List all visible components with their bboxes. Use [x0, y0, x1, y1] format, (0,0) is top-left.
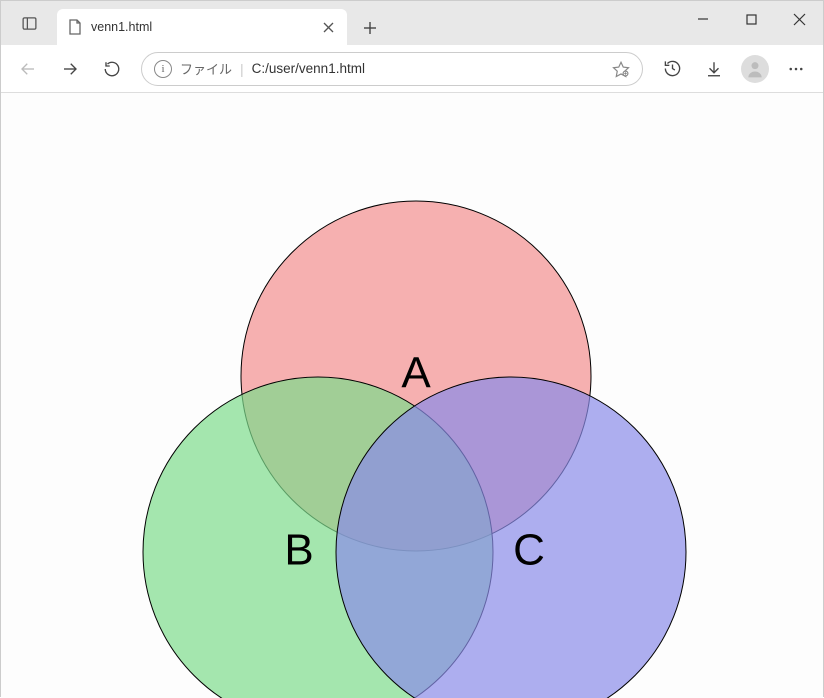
tab-close-button[interactable]	[319, 18, 337, 36]
file-icon	[67, 19, 83, 35]
refresh-button[interactable]	[93, 50, 131, 88]
new-tab-button[interactable]	[353, 11, 387, 45]
venn-diagram: A B C	[1, 93, 824, 698]
site-info-icon[interactable]: i	[154, 60, 172, 78]
downloads-button[interactable]	[695, 50, 733, 88]
address-divider: |	[240, 61, 244, 77]
page-content: A B C	[1, 93, 823, 698]
tab-actions-button[interactable]	[1, 1, 57, 45]
minimize-button[interactable]	[679, 1, 727, 37]
addressbar[interactable]: i ファイル | C:/user/venn1.html	[141, 52, 643, 86]
protocol-label: ファイル	[180, 59, 232, 78]
tab-title: venn1.html	[91, 20, 311, 34]
maximize-button[interactable]	[727, 1, 775, 37]
forward-button[interactable]	[51, 50, 89, 88]
profile-avatar[interactable]	[741, 55, 769, 83]
favorites-icon[interactable]	[612, 60, 630, 78]
window-controls	[679, 1, 823, 37]
more-menu-button[interactable]	[777, 50, 815, 88]
url-text: C:/user/venn1.html	[252, 61, 604, 76]
back-button[interactable]	[9, 50, 47, 88]
toolbar: i ファイル | C:/user/venn1.html	[1, 45, 823, 93]
close-window-button[interactable]	[775, 1, 823, 37]
venn-label-c: C	[513, 526, 545, 575]
browser-tab[interactable]: venn1.html	[57, 9, 347, 45]
venn-label-a: A	[401, 349, 431, 398]
history-button[interactable]	[653, 50, 691, 88]
venn-label-b: B	[284, 526, 313, 575]
titlebar: venn1.html	[1, 1, 823, 45]
